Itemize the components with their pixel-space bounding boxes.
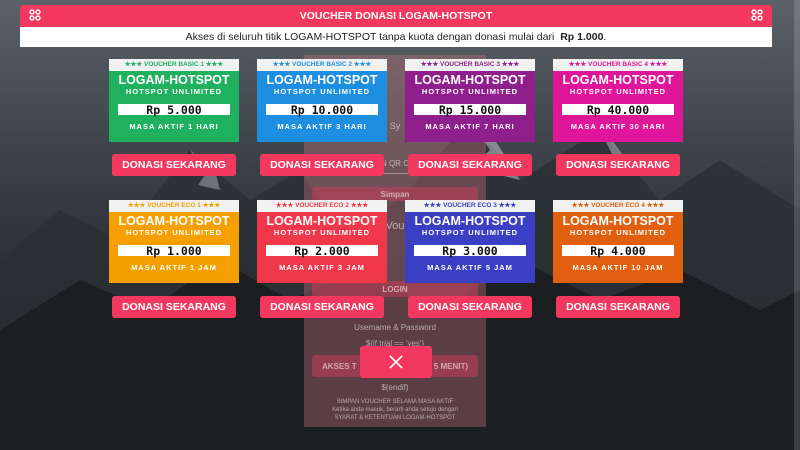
voucher-header: ★★★ VOUCHER ECO 2 ★★★ — [257, 200, 387, 212]
voucher-body: LOGAM-HOTSPOT HOTSPOT UNLIMITED Rp 15.000 M… — [405, 71, 535, 142]
voucher-header: ★★★ VOUCHER BASIC 3 ★★★ — [405, 59, 535, 71]
voucher-body: LOGAM-HOTSPOT HOTSPOT UNLIMITED Rp 5.000 MA… — [109, 71, 239, 142]
voucher-price: Rp 5.000 — [116, 102, 232, 117]
voucher-tagline: HOTSPOT UNLIMITED — [569, 87, 667, 96]
donasi-sekarang-button[interactable]: DONASI SEKARANG — [556, 154, 680, 176]
bg-form-button: Simpan — [312, 187, 478, 201]
voucher-price: Rp 1.000 — [116, 243, 232, 258]
donasi-sekarang-button[interactable]: DONASI SEKARANG — [112, 296, 236, 318]
voucher-price: Rp 40.000 — [560, 102, 676, 117]
voucher-tagline: HOTSPOT UNLIMITED — [125, 87, 223, 96]
voucher-duration: MASA AKTIF 3 JAM — [279, 263, 365, 272]
modal-title: VOUCHER DONASI LOGAM-HOTSPOT — [299, 10, 493, 22]
voucher-duration: MASA AKTIF 10 JAM — [572, 263, 664, 272]
voucher-card: ★★★ VOUCHER BASIC 3 ★★★ LOGAM-HOTSPOT HOTS… — [405, 59, 535, 142]
donasi-sekarang-button[interactable]: DONASI SEKARANG — [408, 296, 532, 318]
voucher-duration: MASA AKTIF 7 HARI — [425, 122, 515, 131]
grid-icon[interactable] — [28, 9, 42, 23]
bg-form-text: Ketika anda masuk, berarti anda setuju d… — [332, 407, 458, 413]
voucher-duration: MASA AKTIF 1 JAM — [131, 263, 217, 272]
voucher-header: ★★★ VOUCHER BASIC 4 ★★★ — [553, 59, 683, 71]
voucher-header: ★★★ VOUCHER ECO 1 ★★★ — [109, 200, 239, 212]
voucher-duration: MASA AKTIF 30 HARI — [570, 122, 666, 131]
voucher-price: Rp 4.000 — [560, 243, 676, 258]
voucher-tagline: HOTSPOT UNLIMITED — [125, 228, 223, 237]
voucher-brand: LOGAM-HOTSPOT — [118, 214, 230, 228]
voucher-brand: LOGAM-HOTSPOT — [562, 214, 674, 228]
bg-form-text: SYARAT & KETENTUAN LOGAM-HOTSPOT — [334, 415, 456, 421]
voucher-duration: MASA AKTIF 3 HARI — [277, 122, 367, 131]
voucher-card: ★★★ VOUCHER ECO 2 ★★★ LOGAM-HOTSPOT HOTSPO… — [257, 200, 387, 283]
donasi-sekarang-button[interactable]: DONASI SEKARANG — [260, 154, 384, 176]
donasi-sekarang-button[interactable]: DONASI SEKARANG — [112, 154, 236, 176]
scrollbar[interactable] — [794, 0, 800, 450]
close-button[interactable] — [360, 346, 432, 378]
donasi-sekarang-button[interactable]: DONASI SEKARANG — [408, 154, 532, 176]
voucher-tagline: HOTSPOT UNLIMITED — [273, 87, 371, 96]
voucher-header: ★★★ VOUCHER ECO 3 ★★★ — [405, 200, 535, 212]
voucher-card: ★★★ VOUCHER BASIC 2 ★★★ LOGAM-HOTSPOT HOTS… — [257, 59, 387, 142]
voucher-price: Rp 3.000 — [412, 243, 528, 258]
voucher-card: ★★★ VOUCHER ECO 3 ★★★ LOGAM-HOTSPOT HOTSPO… — [405, 200, 535, 283]
voucher-header: ★★★ VOUCHER BASIC 2 ★★★ — [257, 59, 387, 71]
voucher-brand: LOGAM-HOTSPOT — [562, 73, 674, 87]
voucher-body: LOGAM-HOTSPOT HOTSPOT UNLIMITED Rp 2.000 MA… — [257, 212, 387, 283]
modal-subtitle: Akses di seluruh titik LOGAM-HOTSPOT tan… — [20, 27, 772, 47]
voucher-duration: MASA AKTIF 1 HARI — [129, 122, 219, 131]
voucher-brand: LOGAM-HOTSPOT — [414, 214, 526, 228]
bg-form-text: $(endif) — [381, 383, 409, 392]
donasi-sekarang-button[interactable]: DONASI SEKARANG — [556, 296, 680, 318]
voucher-body: LOGAM-HOTSPOT HOTSPOT UNLIMITED Rp 1.000 MA… — [109, 212, 239, 283]
voucher-tagline: HOTSPOT UNLIMITED — [421, 228, 519, 237]
voucher-card: ★★★ VOUCHER BASIC 1 ★★★ LOGAM-HOTSPOT HOTS… — [109, 59, 239, 142]
grid-icon[interactable] — [750, 9, 764, 23]
voucher-card: ★★★ VOUCHER ECO 1 ★★★ LOGAM-HOTSPOT HOTSPO… — [109, 200, 239, 283]
voucher-header: ★★★ VOUCHER ECO 4 ★★★ — [553, 200, 683, 212]
voucher-tagline: HOTSPOT UNLIMITED — [421, 87, 519, 96]
modal-header: VOUCHER DONASI LOGAM-HOTSPOT — [20, 5, 772, 27]
bg-form-text: Username & Password — [354, 323, 436, 332]
voucher-body: LOGAM-HOTSPOT HOTSPOT UNLIMITED Rp 40.000 M… — [553, 71, 683, 142]
voucher-price: Rp 15.000 — [412, 102, 528, 117]
voucher-body: LOGAM-HOTSPOT HOTSPOT UNLIMITED Rp 4.000 MA… — [553, 212, 683, 283]
voucher-brand: LOGAM-HOTSPOT — [118, 73, 230, 87]
voucher-brand: LOGAM-HOTSPOT — [414, 73, 526, 87]
bg-login-button: LOGIN — [312, 281, 478, 297]
voucher-body: LOGAM-HOTSPOT HOTSPOT UNLIMITED Rp 3.000 MA… — [405, 212, 535, 283]
voucher-brand: LOGAM-HOTSPOT — [266, 73, 378, 87]
donasi-sekarang-button[interactable]: DONASI SEKARANG — [260, 296, 384, 318]
voucher-card: ★★★ VOUCHER ECO 4 ★★★ LOGAM-HOTSPOT HOTSPO… — [553, 200, 683, 283]
voucher-price: Rp 2.000 — [264, 243, 380, 258]
voucher-brand: LOGAM-HOTSPOT — [266, 214, 378, 228]
voucher-tagline: HOTSPOT UNLIMITED — [569, 228, 667, 237]
voucher-tagline: HOTSPOT UNLIMITED — [273, 228, 371, 237]
voucher-price: Rp 10.000 — [264, 102, 380, 117]
voucher-header: ★★★ VOUCHER BASIC 1 ★★★ — [109, 59, 239, 71]
voucher-body: LOGAM-HOTSPOT HOTSPOT UNLIMITED Rp 10.000 M… — [257, 71, 387, 142]
bg-form-text: SIMPAN VOUCHER SELAMA MASA AKTIF — [336, 399, 454, 405]
close-icon — [389, 355, 403, 369]
voucher-duration: MASA AKTIF 5 JAM — [427, 263, 513, 272]
voucher-card: ★★★ VOUCHER BASIC 4 ★★★ LOGAM-HOTSPOT HOTS… — [553, 59, 683, 142]
